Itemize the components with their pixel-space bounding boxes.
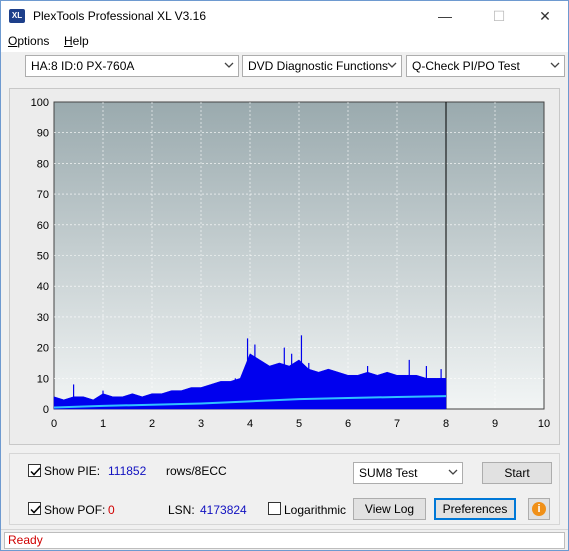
sum-test-value: SUM8 Test (359, 466, 418, 480)
x-tick-label: 9 (492, 418, 498, 430)
drive-select-value: HA:8 ID:0 PX-760A (31, 59, 135, 73)
x-tick-label: 4 (247, 418, 253, 430)
show-pof-label: Show POF: (44, 503, 106, 517)
close-button[interactable]: ✕ (522, 1, 568, 31)
x-tick-label: 2 (149, 418, 155, 430)
drive-select[interactable]: HA:8 ID:0 PX-760A (25, 55, 239, 77)
show-pie-label: Show PIE: (44, 464, 101, 478)
start-button-label: Start (504, 466, 530, 480)
pipo-chart: 1009080706050403020100 0 1 2 3 4 5 6 7 8 9 10 (31, 97, 550, 430)
start-button[interactable]: Start (482, 462, 552, 484)
menu-bar: Options Help (1, 31, 568, 52)
info-button[interactable]: i (528, 498, 550, 520)
menu-options-label: ptions (17, 34, 50, 48)
x-tick-label: 3 (198, 418, 204, 430)
app-logo-icon: XL (9, 9, 25, 23)
x-tick-label: 1 (100, 418, 106, 430)
menu-options[interactable]: Options (8, 34, 49, 48)
sum-test-select[interactable]: SUM8 Test (353, 462, 463, 484)
y-tick-label: 50 (37, 251, 49, 263)
function-select[interactable]: DVD Diagnostic Functions (242, 55, 402, 77)
x-tick-label: 6 (345, 418, 351, 430)
window-title: PlexTools Professional XL V3.16 (33, 9, 206, 23)
pie-unit: rows/8ECC (166, 464, 227, 478)
menu-help[interactable]: Help (64, 34, 89, 48)
x-tick-label: 8 (443, 418, 449, 430)
preferences-button[interactable]: Preferences (434, 498, 516, 520)
y-tick-label: 10 (37, 373, 49, 385)
status-text: Ready (4, 532, 565, 549)
menu-options-accel: O (8, 34, 18, 48)
logarithmic-label: Logarithmic (284, 503, 347, 517)
test-select-value: Q-Check PI/PO Test (412, 59, 520, 73)
maximize-button[interactable]: ☐ (476, 1, 522, 31)
y-tick-label: 100 (31, 97, 49, 109)
show-pie-checkbox[interactable] (28, 464, 41, 477)
x-tick-label: 7 (394, 418, 400, 430)
y-tick-label: 70 (37, 189, 49, 201)
chevron-down-icon (224, 62, 234, 68)
x-tick-label: 5 (296, 418, 302, 430)
view-log-button[interactable]: View Log (353, 498, 426, 520)
function-select-value: DVD Diagnostic Functions (248, 59, 389, 73)
minimize-button[interactable]: — (422, 1, 468, 31)
status-bar: Ready (1, 529, 568, 550)
y-tick-label: 30 (37, 312, 49, 324)
chart-area: 100 90 80 70 60 50 40 30 20 10 0 0 1 2 3 4 5 6 7 8 9 10 (9, 88, 560, 445)
x-axis-labels: 0 1 2 3 4 5 6 7 8 9 10 (51, 418, 550, 430)
lsn-label: LSN: (168, 503, 195, 517)
title-bar: XL PlexTools Professional XL V3.16 — ☐ ✕ (1, 1, 568, 31)
y-tick-label: 40 (37, 281, 49, 293)
menu-help-accel: H (64, 34, 73, 48)
preferences-label: Preferences (442, 502, 508, 516)
checkmark-icon (30, 505, 41, 514)
show-pof-checkbox[interactable] (28, 502, 41, 515)
y-tick-label: 20 (37, 343, 49, 355)
y-axis-labels: 1009080706050403020100 (31, 97, 49, 416)
view-log-label: View Log (364, 502, 415, 516)
checkmark-icon (30, 467, 41, 476)
test-select[interactable]: Q-Check PI/PO Test (406, 55, 565, 77)
y-tick-label: 80 (37, 158, 49, 170)
x-tick-label: 10 (538, 418, 550, 430)
y-tick-label: 0 (43, 404, 49, 416)
info-icon: i (532, 502, 546, 516)
chevron-down-icon (387, 62, 397, 68)
y-tick-label: 90 (37, 128, 49, 140)
menu-help-label: elp (72, 34, 89, 48)
x-tick-label: 0 (51, 418, 57, 430)
controls-panel: Show PIE: 111852 rows/8ECC Show POF: 0 L… (9, 453, 560, 525)
chevron-down-icon (550, 62, 560, 68)
logarithmic-checkbox[interactable] (268, 502, 281, 515)
pie-value: 111852 (108, 464, 147, 478)
chevron-down-icon (448, 469, 458, 475)
lsn-value: 4173824 (200, 503, 247, 517)
y-tick-label: 60 (37, 220, 49, 232)
app-window: XL PlexTools Professional XL V3.16 — ☐ ✕… (0, 0, 569, 551)
pof-value: 0 (108, 503, 115, 517)
